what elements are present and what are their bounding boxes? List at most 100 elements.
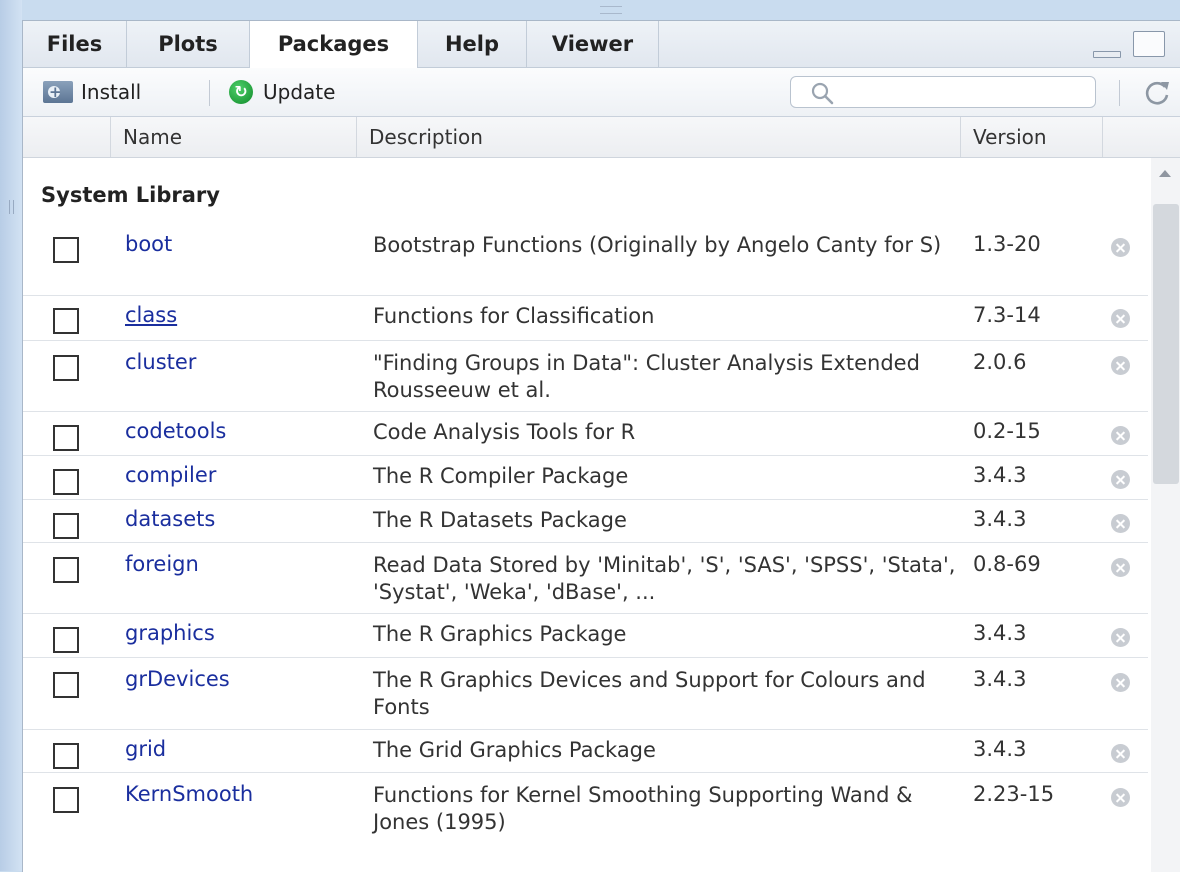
toolbar-divider: [209, 80, 210, 106]
package-checkbox[interactable]: [53, 787, 79, 813]
package-description: The R Compiler Package: [373, 464, 629, 488]
table-row: graphics The R Graphics Package 3.4.3: [23, 613, 1148, 658]
package-version: 7.3-14: [973, 303, 1041, 327]
refresh-icon[interactable]: [1141, 78, 1173, 108]
package-description: The Grid Graphics Package: [373, 738, 656, 762]
package-checkbox[interactable]: [53, 743, 79, 769]
remove-package-icon[interactable]: [1111, 426, 1130, 445]
top-splitter-grip[interactable]: [600, 6, 622, 14]
package-checkbox[interactable]: [53, 355, 79, 381]
package-description: Code Analysis Tools for R: [373, 420, 636, 444]
header-version[interactable]: Version: [961, 117, 1103, 157]
table-row: codetools Code Analysis Tools for R 0.2-…: [23, 411, 1148, 456]
package-description: Functions for Classification: [373, 304, 655, 328]
packages-toolbar: Install ↻ Update: [23, 68, 1180, 117]
remove-package-icon[interactable]: [1111, 788, 1130, 807]
package-version: 3.4.3: [973, 621, 1027, 645]
package-version: 3.4.3: [973, 737, 1027, 761]
package-version: 0.8-69: [973, 552, 1041, 576]
package-name-link[interactable]: boot: [125, 232, 172, 256]
header-description-label: Description: [369, 125, 483, 149]
package-name-link[interactable]: compiler: [125, 463, 216, 487]
remove-package-icon[interactable]: [1111, 744, 1130, 763]
tab-label: Packages: [277, 32, 390, 56]
update-label: Update: [263, 80, 336, 104]
tab-label: Help: [444, 32, 500, 56]
package-description: Functions for Kernel Smoothing Supportin…: [373, 783, 913, 834]
tab-packages[interactable]: Packages: [250, 21, 418, 68]
table-row: grid The Grid Graphics Package 3.4.3: [23, 729, 1148, 773]
install-package-icon: [43, 81, 73, 103]
package-name-link[interactable]: class: [125, 303, 177, 327]
table-row: foreign Read Data Stored by 'Minitab', '…: [23, 542, 1148, 614]
tab-bar: Files Plots Packages Help Viewer: [23, 21, 1180, 68]
package-checkbox[interactable]: [53, 308, 79, 334]
package-version: 3.4.3: [973, 667, 1027, 691]
package-version: 2.0.6: [973, 350, 1027, 374]
packages-pane: Files Plots Packages Help Viewer Install…: [22, 20, 1180, 872]
package-name-link[interactable]: codetools: [125, 419, 226, 443]
package-checkbox[interactable]: [53, 237, 79, 263]
package-checkbox[interactable]: [53, 627, 79, 653]
package-name-link[interactable]: grDevices: [125, 667, 230, 691]
package-description: The R Graphics Devices and Support for C…: [373, 668, 926, 719]
scrollbar-thumb[interactable]: [1153, 204, 1179, 484]
search-icon: [811, 82, 834, 105]
tab-label: Plots: [158, 32, 218, 56]
package-name-link[interactable]: foreign: [125, 552, 199, 576]
remove-package-icon[interactable]: [1111, 514, 1130, 533]
scroll-up-arrow-icon[interactable]: [1159, 170, 1171, 177]
remove-package-icon[interactable]: [1111, 470, 1130, 489]
remove-package-icon[interactable]: [1111, 238, 1130, 257]
package-checkbox[interactable]: [53, 672, 79, 698]
header-checkbox-col: [23, 117, 111, 157]
table-row: cluster "Finding Groups in Data": Cluste…: [23, 340, 1148, 412]
left-splitter[interactable]: [0, 0, 22, 871]
vertical-scrollbar[interactable]: [1151, 158, 1180, 872]
maximize-pane-button[interactable]: [1133, 31, 1165, 57]
remove-package-icon[interactable]: [1111, 309, 1130, 328]
package-description: Bootstrap Functions (Originally by Angel…: [373, 233, 942, 257]
package-version: 3.4.3: [973, 463, 1027, 487]
header-remove-col: [1103, 117, 1180, 157]
header-description[interactable]: Description: [357, 117, 961, 157]
remove-package-icon[interactable]: [1111, 673, 1130, 692]
tab-label: Files: [46, 32, 103, 56]
search-input[interactable]: [790, 76, 1096, 108]
remove-package-icon[interactable]: [1111, 558, 1130, 577]
splitter-grip[interactable]: [9, 200, 14, 214]
header-name[interactable]: Name: [111, 117, 357, 157]
remove-package-icon[interactable]: [1111, 628, 1130, 647]
table-row: grDevices The R Graphics Devices and Sup…: [23, 657, 1148, 730]
package-name-link[interactable]: grid: [125, 737, 166, 761]
toolbar-divider: [1119, 80, 1120, 106]
package-name-link[interactable]: cluster: [125, 350, 196, 374]
section-system-library: System Library: [41, 183, 220, 207]
tab-files[interactable]: Files: [23, 21, 127, 67]
package-checkbox[interactable]: [53, 469, 79, 495]
package-version: 0.2-15: [973, 419, 1041, 443]
package-checkbox[interactable]: [53, 557, 79, 583]
tab-plots[interactable]: Plots: [127, 21, 250, 67]
package-description: The R Graphics Package: [373, 622, 627, 646]
package-name-link[interactable]: KernSmooth: [125, 782, 253, 806]
package-checkbox[interactable]: [53, 513, 79, 539]
tab-help[interactable]: Help: [418, 21, 527, 67]
table-row: class Functions for Classification 7.3-1…: [23, 295, 1148, 341]
tab-viewer[interactable]: Viewer: [527, 21, 659, 67]
package-version: 2.23-15: [973, 782, 1055, 806]
tab-label: Viewer: [551, 32, 634, 56]
update-button[interactable]: ↻ Update: [229, 68, 335, 116]
install-button[interactable]: Install: [43, 68, 141, 116]
package-name-link[interactable]: graphics: [125, 621, 215, 645]
package-version: 1.3-20: [973, 232, 1041, 256]
table-row: datasets The R Datasets Package 3.4.3: [23, 499, 1148, 543]
minimize-pane-button[interactable]: [1093, 51, 1121, 58]
package-checkbox[interactable]: [53, 425, 79, 451]
package-description: Read Data Stored by 'Minitab', 'S', 'SAS…: [373, 553, 956, 604]
package-description: The R Datasets Package: [373, 508, 627, 532]
package-name-link[interactable]: datasets: [125, 507, 215, 531]
package-description: "Finding Groups in Data": Cluster Analys…: [373, 351, 920, 402]
remove-package-icon[interactable]: [1111, 356, 1130, 375]
header-name-label: Name: [123, 125, 183, 149]
